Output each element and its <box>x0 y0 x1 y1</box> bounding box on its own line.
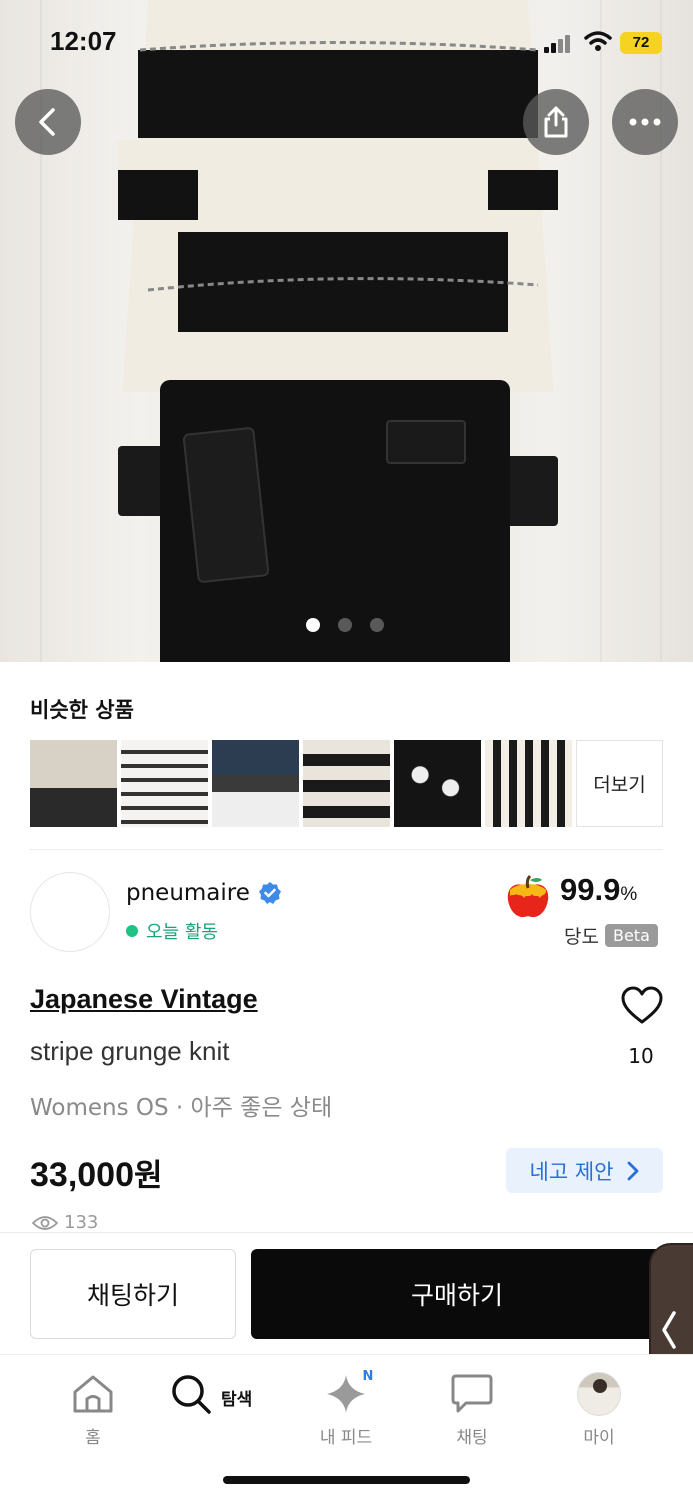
home-icon <box>73 1375 113 1413</box>
similar-product-thumb[interactable] <box>303 740 390 827</box>
more-dots-icon <box>629 118 661 126</box>
verified-badge-icon <box>258 882 281 904</box>
like-count: 10 <box>628 1044 654 1068</box>
seller-score-label-row: 당도 Beta <box>564 922 658 949</box>
curtain-fold <box>600 0 602 662</box>
tab-home[interactable]: 홈 <box>43 1371 143 1448</box>
chevron-right-icon <box>628 1161 639 1180</box>
status-time: 12:07 <box>50 26 117 56</box>
seller-score: 99.9% <box>560 872 637 908</box>
similar-product-thumb[interactable] <box>394 740 481 827</box>
similar-products-list: 더보기 <box>30 740 663 827</box>
similar-product-thumb[interactable] <box>30 740 117 827</box>
home-indicator <box>223 1476 470 1484</box>
image-pager <box>306 618 384 632</box>
battery-icon: 72 <box>620 32 662 54</box>
apple-score-icon <box>507 874 549 918</box>
tab-my-feed[interactable]: N 내 피드 <box>296 1367 396 1448</box>
price-number: 33,000 <box>30 1156 134 1194</box>
view-count-value: 133 <box>64 1212 99 1233</box>
seller-score-label: 당도 <box>564 926 599 948</box>
eye-icon <box>32 1215 58 1230</box>
tab-chat[interactable]: 채팅 <box>422 1371 522 1448</box>
skirt-flap <box>386 420 466 464</box>
share-button[interactable] <box>523 89 589 155</box>
similar-product-thumb[interactable] <box>212 740 299 827</box>
tab-home-label: 홈 <box>85 1428 101 1448</box>
price-offer-button[interactable]: 네고 제안 <box>506 1148 663 1193</box>
tab-my-label: 마이 <box>583 1428 615 1448</box>
purchase-action-bar: 채팅하기 구매하기 <box>0 1232 693 1354</box>
product-brand[interactable]: Japanese Vintage <box>30 984 258 1015</box>
tab-my-feed-label: 내 피드 <box>319 1428 373 1448</box>
seller-avatar[interactable] <box>30 872 110 952</box>
like-button[interactable] <box>620 984 664 1028</box>
similar-products-title: 비슷한 상품 <box>30 698 134 722</box>
product-condition: Womens OS · 아주 좋은 상태 <box>30 1095 333 1121</box>
product-price: 33,000원 <box>30 1150 163 1195</box>
beta-badge: Beta <box>604 924 658 947</box>
similar-more-button[interactable]: 더보기 <box>576 740 663 827</box>
tab-search-label: 탐색 <box>221 1389 253 1410</box>
chevron-left-icon <box>39 108 55 136</box>
pager-dot[interactable] <box>338 618 352 632</box>
pager-dot[interactable] <box>370 618 384 632</box>
online-dot-icon <box>126 925 138 937</box>
chat-button[interactable]: 채팅하기 <box>30 1249 236 1339</box>
view-count: 133 <box>32 1212 98 1233</box>
pager-dot-active[interactable] <box>306 618 320 632</box>
similar-product-thumb[interactable] <box>121 740 208 827</box>
new-badge: N <box>358 1367 378 1387</box>
buy-button[interactable]: 구매하기 <box>251 1249 663 1339</box>
chat-icon <box>451 1374 493 1413</box>
tab-chat-label: 채팅 <box>456 1428 488 1448</box>
seller-activity-label: 오늘 활동 <box>146 922 218 943</box>
product-name: stripe grunge knit <box>30 1036 230 1066</box>
more-options-button[interactable] <box>612 89 678 155</box>
seller-name[interactable]: pneumaire <box>126 880 250 906</box>
wifi-icon <box>584 31 612 51</box>
price-unit: 원 <box>134 1158 163 1194</box>
back-button[interactable] <box>15 89 81 155</box>
divider <box>30 849 663 850</box>
seller-score-value: 99.9 <box>560 872 621 907</box>
tab-search[interactable]: 탐색 <box>169 1371 269 1417</box>
similar-product-thumb[interactable] <box>485 740 572 827</box>
chevron-left-icon <box>662 1311 676 1349</box>
avatar <box>577 1372 621 1416</box>
status-bar: 12:07 72 <box>0 0 693 84</box>
product-image[interactable]: 12:07 72 <box>0 0 693 662</box>
search-icon <box>172 1375 211 1414</box>
share-icon <box>544 106 568 138</box>
signal-icon <box>544 34 572 53</box>
seller-score-unit: % <box>620 884 638 905</box>
seller-name-row[interactable]: pneumaire <box>126 880 282 906</box>
seller-activity: 오늘 활동 <box>126 918 218 944</box>
price-offer-label: 네고 제안 <box>529 1159 614 1184</box>
tab-my[interactable]: 마이 <box>549 1371 649 1448</box>
